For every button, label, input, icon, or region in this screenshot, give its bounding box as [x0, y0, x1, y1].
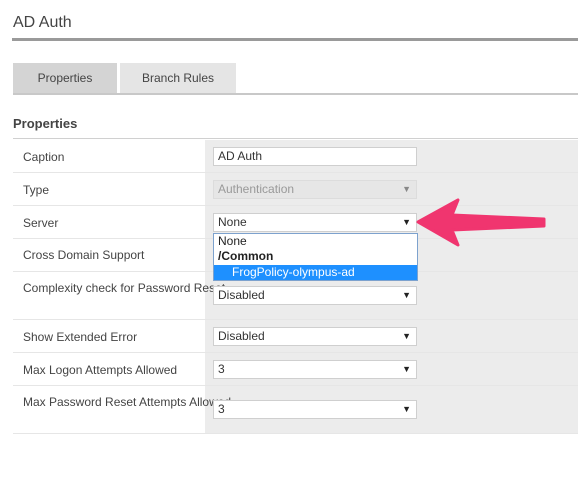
extended-error-select-value: Disabled — [218, 329, 265, 343]
max-logon-select[interactable]: 3 ▼ — [213, 360, 417, 379]
complexity-select[interactable]: Disabled ▼ — [213, 286, 417, 305]
chevron-down-icon: ▼ — [402, 364, 411, 374]
chevron-down-icon: ▼ — [402, 217, 411, 227]
max-reset-select-value: 3 — [218, 402, 225, 416]
row-extended-error: Show Extended Error Disabled ▼ — [13, 320, 578, 353]
header-divider — [12, 38, 578, 41]
type-select: Authentication ▼ — [213, 180, 417, 199]
max-reset-select[interactable]: 3 ▼ — [213, 400, 417, 419]
server-option-none[interactable]: None — [214, 234, 417, 249]
server-select[interactable]: None ▼ — [213, 213, 417, 232]
max-logon-select-value: 3 — [218, 362, 225, 376]
server-dropdown-list: None /Common FrogPolicy-olympus-ad — [213, 233, 418, 281]
page-header: AD Auth — [0, 0, 578, 42]
chevron-down-icon: ▼ — [402, 290, 411, 300]
chevron-down-icon: ▼ — [402, 184, 411, 194]
chevron-down-icon: ▼ — [402, 404, 411, 414]
tab-properties[interactable]: Properties — [13, 63, 117, 93]
server-option-frogpolicy[interactable]: FrogPolicy-olympus-ad — [214, 265, 417, 280]
section-title: Properties — [13, 116, 78, 131]
row-max-logon: Max Logon Attempts Allowed 3 ▼ — [13, 353, 578, 386]
properties-form: Caption AD Auth Type Authentication ▼ Se… — [13, 140, 578, 434]
pink-arrow-icon — [416, 198, 546, 247]
extended-error-select[interactable]: Disabled ▼ — [213, 327, 417, 346]
server-option-group-common: /Common — [218, 249, 274, 263]
page-title: AD Auth — [13, 14, 72, 31]
tab-divider — [13, 93, 578, 95]
caption-input[interactable]: AD Auth — [213, 147, 417, 166]
section-divider — [13, 138, 578, 139]
row-caption: Caption AD Auth — [13, 140, 578, 173]
complexity-select-value: Disabled — [218, 288, 265, 302]
row-max-reset: Max Password Reset Attempts Allowed 3 ▼ — [13, 386, 578, 434]
type-select-value: Authentication — [218, 182, 295, 196]
chevron-down-icon: ▼ — [402, 331, 411, 341]
tab-branch-rules[interactable]: Branch Rules — [120, 63, 236, 93]
server-select-value: None — [218, 215, 247, 229]
